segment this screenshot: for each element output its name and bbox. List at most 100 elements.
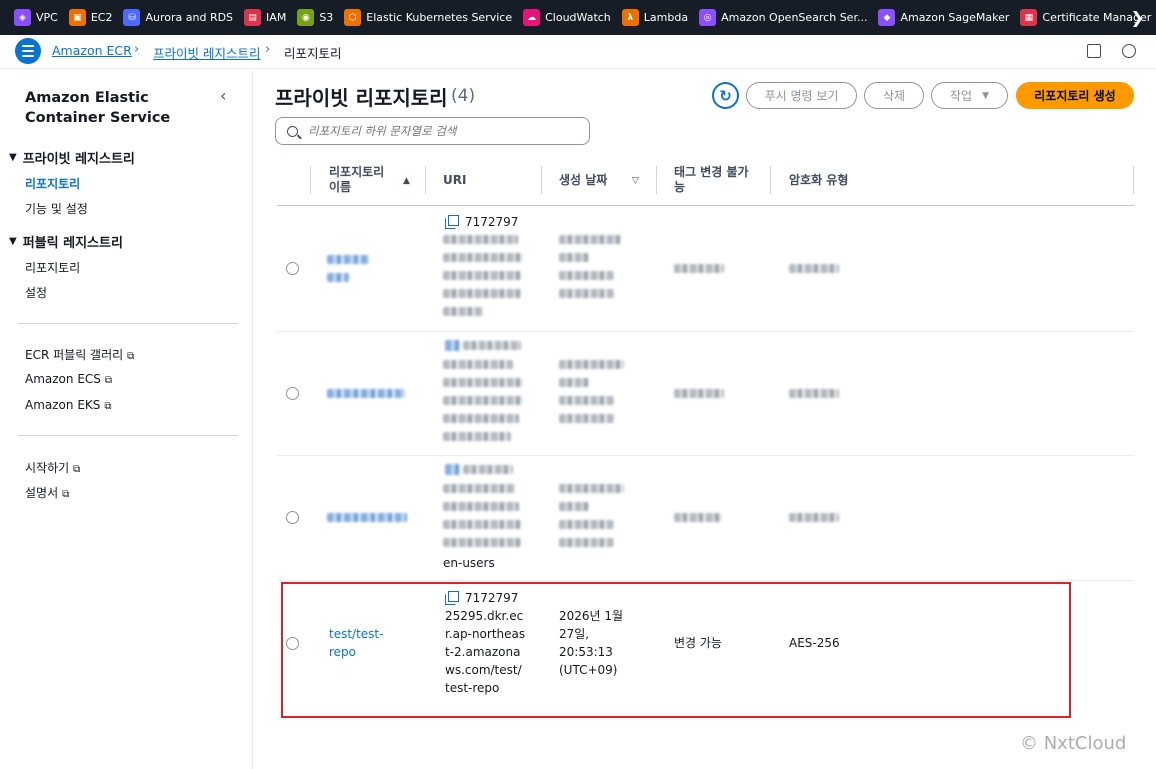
chevron-right-icon[interactable]: ❯: [1131, 8, 1144, 27]
nav-section-private-registry[interactable]: ▼ 프라이빗 레지스트리: [9, 148, 135, 167]
opensearch-icon: ◎: [699, 9, 717, 26]
redacted-uri: [443, 538, 521, 547]
redacted-mutability: [674, 513, 722, 522]
redacted-date: [559, 289, 614, 298]
cloudwatch-icon: ☁: [523, 9, 541, 26]
redacted-uri: [443, 396, 523, 405]
sagemaker-icon: ◆: [878, 9, 896, 26]
actions-dropdown[interactable]: 작업 ▼: [931, 82, 1008, 109]
vpc-icon: ◈: [14, 9, 31, 26]
service-ec2[interactable]: ▣ EC2: [68, 9, 112, 26]
sort-ascending-icon[interactable]: ▲: [403, 176, 410, 186]
uri-copy[interactable]: 7172797: [445, 213, 518, 231]
delete-button[interactable]: 삭제: [864, 82, 924, 109]
redacted-date: [559, 484, 624, 493]
redacted-encryption: [789, 264, 839, 273]
redacted-uri: [463, 341, 521, 350]
redacted-date: [559, 396, 614, 405]
breadcrumb-ecr[interactable]: Amazon ECR: [52, 43, 132, 58]
view-push-commands-button[interactable]: 푸시 명령 보기: [746, 82, 857, 109]
search-field[interactable]: [275, 117, 590, 145]
nav-item-private-repositories[interactable]: 리포지토리: [25, 175, 80, 192]
page-title: 프라이빗 리포지토리: [275, 86, 448, 110]
nav-divider: [18, 323, 238, 324]
redacted-repo-name[interactable]: [327, 273, 349, 282]
nav-link-ecr-public-gallery[interactable]: ECR 퍼블릭 갤러리 ⧉: [25, 346, 134, 363]
chevron-right-icon: ›: [265, 42, 271, 57]
nav-link-amazon-eks[interactable]: Amazon EKS ⧉: [25, 398, 112, 412]
external-link-icon: ⧉: [104, 375, 113, 386]
column-header-tag-immutability[interactable]: 태그 변경 불가능: [674, 165, 754, 195]
redacted-date: [559, 502, 589, 511]
redacted-repo-name[interactable]: [327, 513, 407, 522]
external-link-icon: ⧉: [73, 464, 81, 475]
ec2-icon: ▣: [68, 9, 86, 26]
nav-item-public-settings[interactable]: 설정: [25, 284, 47, 301]
iam-icon: ▤: [244, 9, 262, 26]
service-vpc[interactable]: ◈ VPC: [14, 9, 58, 26]
refresh-icon[interactable]: ↻: [712, 82, 739, 109]
copy-icon[interactable]: [445, 215, 459, 229]
row-radio[interactable]: [286, 387, 299, 400]
search-input[interactable]: [308, 124, 568, 138]
redacted-encryption: [789, 389, 839, 398]
column-divider: [770, 166, 771, 194]
table-row[interactable]: [277, 332, 1134, 456]
redacted-uri: [443, 378, 523, 387]
column-header-name[interactable]: 리포지토리 이름: [329, 165, 399, 195]
repository-count: (4): [451, 86, 476, 106]
nav-link-getting-started[interactable]: 시작하기 ⧉: [25, 459, 80, 476]
service-s3[interactable]: ◉ S3: [297, 9, 333, 26]
redacted-repo-name[interactable]: [327, 389, 405, 398]
nav-link-amazon-ecs[interactable]: Amazon ECS ⧉: [25, 372, 112, 386]
external-link-icon: ⧉: [127, 351, 135, 362]
breadcrumb-private-registry[interactable]: 프라이빗 레지스트리: [153, 43, 260, 62]
chevron-left-icon[interactable]: ‹: [220, 86, 226, 105]
column-header-encryption[interactable]: 암호화 유형: [789, 173, 848, 188]
s3-icon: ◉: [297, 9, 315, 26]
service-lambda[interactable]: λ Lambda: [621, 9, 688, 26]
redacted-uri: [463, 465, 513, 474]
nav-item-features-settings[interactable]: 기능 및 설정: [25, 200, 88, 217]
create-repository-button[interactable]: 리포지토리 생성: [1016, 82, 1134, 109]
service-eks[interactable]: ⬡ Elastic Kubernetes Service: [344, 9, 512, 26]
redacted-uri: [443, 235, 518, 244]
nav-section-public-registry[interactable]: ▼ 퍼블릭 레지스트리: [9, 232, 123, 251]
column-header-uri[interactable]: URI: [443, 173, 466, 188]
redacted-repo-name[interactable]: [327, 255, 369, 264]
copy-icon[interactable]: [445, 464, 460, 475]
service-iam[interactable]: ▤ IAM: [244, 9, 286, 26]
external-link-icon: ⧉: [62, 489, 70, 500]
sort-descending-icon[interactable]: ▽: [632, 176, 639, 186]
service-opensearch[interactable]: ◎ Amazon OpenSearch Ser...: [699, 9, 867, 26]
row-radio[interactable]: [286, 262, 299, 275]
column-header-created[interactable]: 생성 날짜: [559, 173, 607, 188]
redacted-uri: [443, 307, 483, 316]
cloudshell-icon[interactable]: [1087, 44, 1101, 58]
external-link-icon: ⧉: [104, 401, 112, 412]
redacted-uri: [443, 289, 521, 298]
redacted-uri: [443, 360, 513, 369]
nav-link-documentation[interactable]: 설명서 ⧉: [25, 484, 69, 501]
table-row[interactable]: 7172797: [277, 207, 1134, 332]
service-sagemaker[interactable]: ◆ Amazon SageMaker: [878, 9, 1009, 26]
redacted-date: [559, 538, 614, 547]
nav-item-public-repositories[interactable]: 리포지토리: [25, 259, 80, 276]
rds-icon: ⛁: [123, 9, 141, 26]
certificate-icon: ▦: [1020, 9, 1038, 26]
menu-icon[interactable]: [15, 38, 41, 64]
row-radio[interactable]: [286, 511, 299, 524]
settings-icon[interactable]: [1122, 44, 1136, 58]
redacted-date: [559, 235, 621, 244]
caret-down-icon: ▼: [982, 90, 989, 101]
service-cloudwatch[interactable]: ☁ CloudWatch: [523, 9, 611, 26]
redacted-uri: [443, 520, 521, 529]
copy-icon[interactable]: [445, 340, 460, 351]
redacted-encryption: [789, 513, 839, 522]
table-row[interactable]: en-users: [277, 456, 1134, 581]
redacted-uri: [443, 432, 511, 441]
service-rds[interactable]: ⛁ Aurora and RDS: [123, 9, 233, 26]
nav-title: Amazon Elastic Container Service: [25, 90, 171, 126]
uri-tail: en-users: [443, 556, 495, 570]
column-divider: [425, 166, 426, 194]
